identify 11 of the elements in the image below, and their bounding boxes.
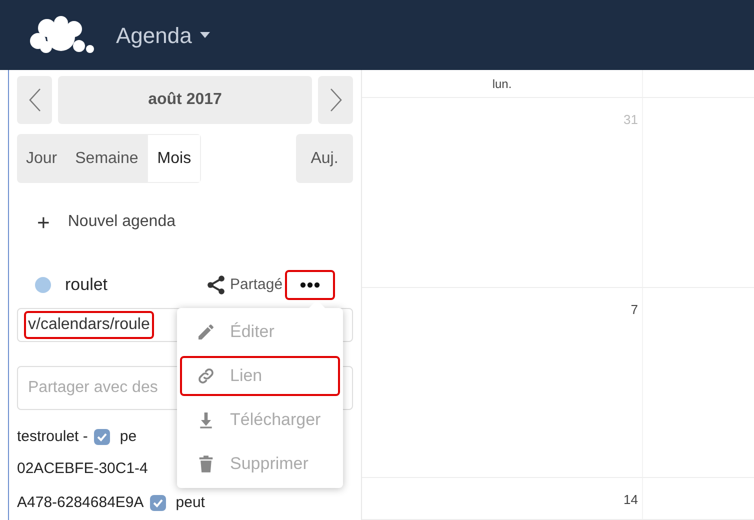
share-user: A478-6284684E9A	[17, 492, 144, 513]
share-user: testroulet -	[17, 426, 88, 447]
day-number: 14	[624, 491, 638, 506]
day-number: 7	[630, 301, 638, 316]
share-user: 02ACEBFE-30C1-4	[17, 458, 148, 479]
day-header: lun.	[362, 70, 643, 97]
day-number: 31	[624, 111, 638, 126]
plus-icon: +	[37, 206, 50, 238]
permission-label: peut	[176, 492, 205, 513]
permission-label: pe	[120, 426, 137, 447]
link-text: v/calendars/roule	[24, 311, 154, 339]
